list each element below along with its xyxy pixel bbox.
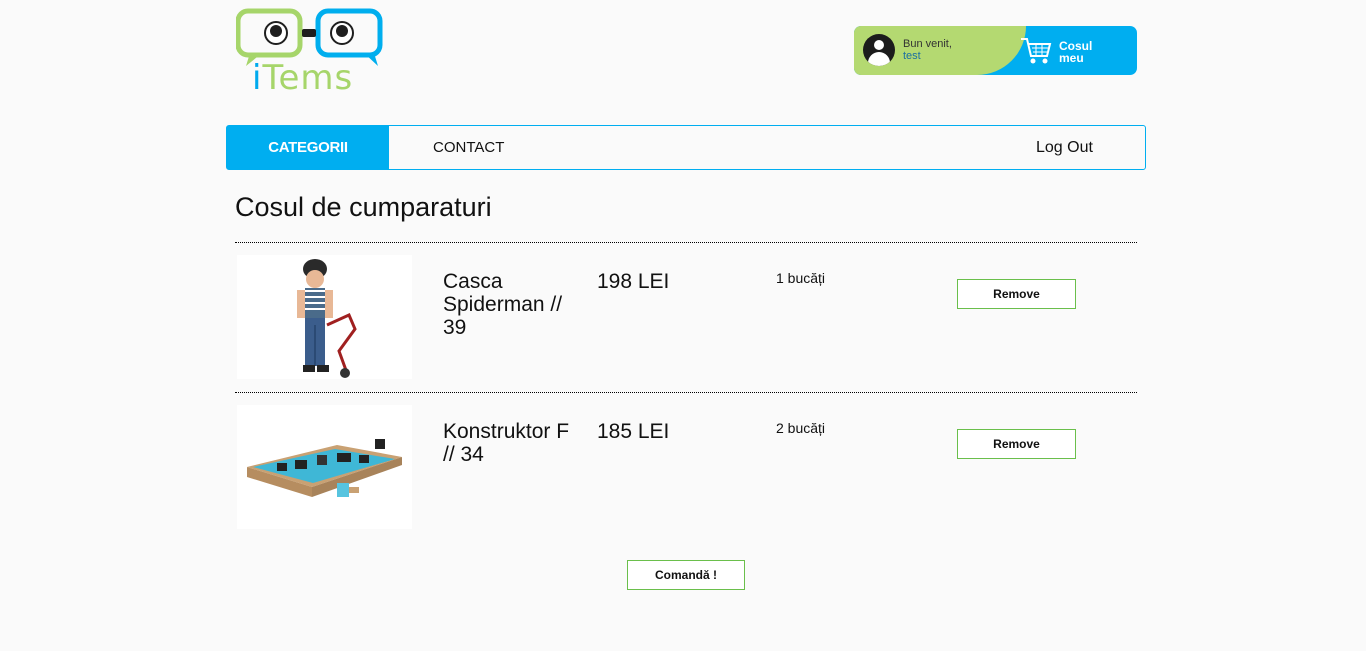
product-name[interactable]: Casca Spiderman // 39 [443,270,583,339]
user-panel: Bun venit, test [854,26,1026,75]
product-quantity: 2 bucăți [776,420,826,436]
user-cart-widget: Bun venit, test Cosul meu [854,26,1137,75]
order-button[interactable]: Comandă ! [627,560,745,590]
product-image[interactable] [237,405,412,529]
user-avatar-icon [863,34,895,66]
nav-item-categorii[interactable]: CATEGORII [227,126,389,169]
main-nav: CATEGORII CONTACT Log Out [226,125,1146,170]
cart-item-row: Casca Spiderman // 39 198 LEI 1 bucăți R… [235,242,1137,393]
logo-text: iTems [252,58,354,98]
nav-item-logout[interactable]: Log Out [1036,126,1093,169]
product-name[interactable]: Konstruktor F // 34 [443,420,583,466]
shopping-cart-icon[interactable] [1020,36,1052,66]
product-image[interactable] [237,255,412,379]
remove-button[interactable]: Remove [957,279,1076,309]
username[interactable]: test [903,50,952,62]
cart-item-row: Konstruktor F // 34 185 LEI 2 bucăți Rem… [235,392,1137,543]
cart-link[interactable]: Cosul meu [1059,40,1092,64]
product-quantity: 1 bucăți [776,270,826,286]
nav-item-contact[interactable]: CONTACT [433,126,504,169]
welcome-label: Bun venit, [903,38,952,50]
kid-with-scooter-photo [237,255,412,379]
remove-button[interactable]: Remove [957,429,1076,459]
construction-kit-photo [237,405,412,529]
cart-label-line2: meu [1059,51,1084,65]
page-title: Cosul de cumparaturi [235,192,492,222]
product-price: 198 LEI [597,270,670,293]
welcome-text: Bun venit, test [903,38,952,62]
product-price: 185 LEI [597,420,670,443]
